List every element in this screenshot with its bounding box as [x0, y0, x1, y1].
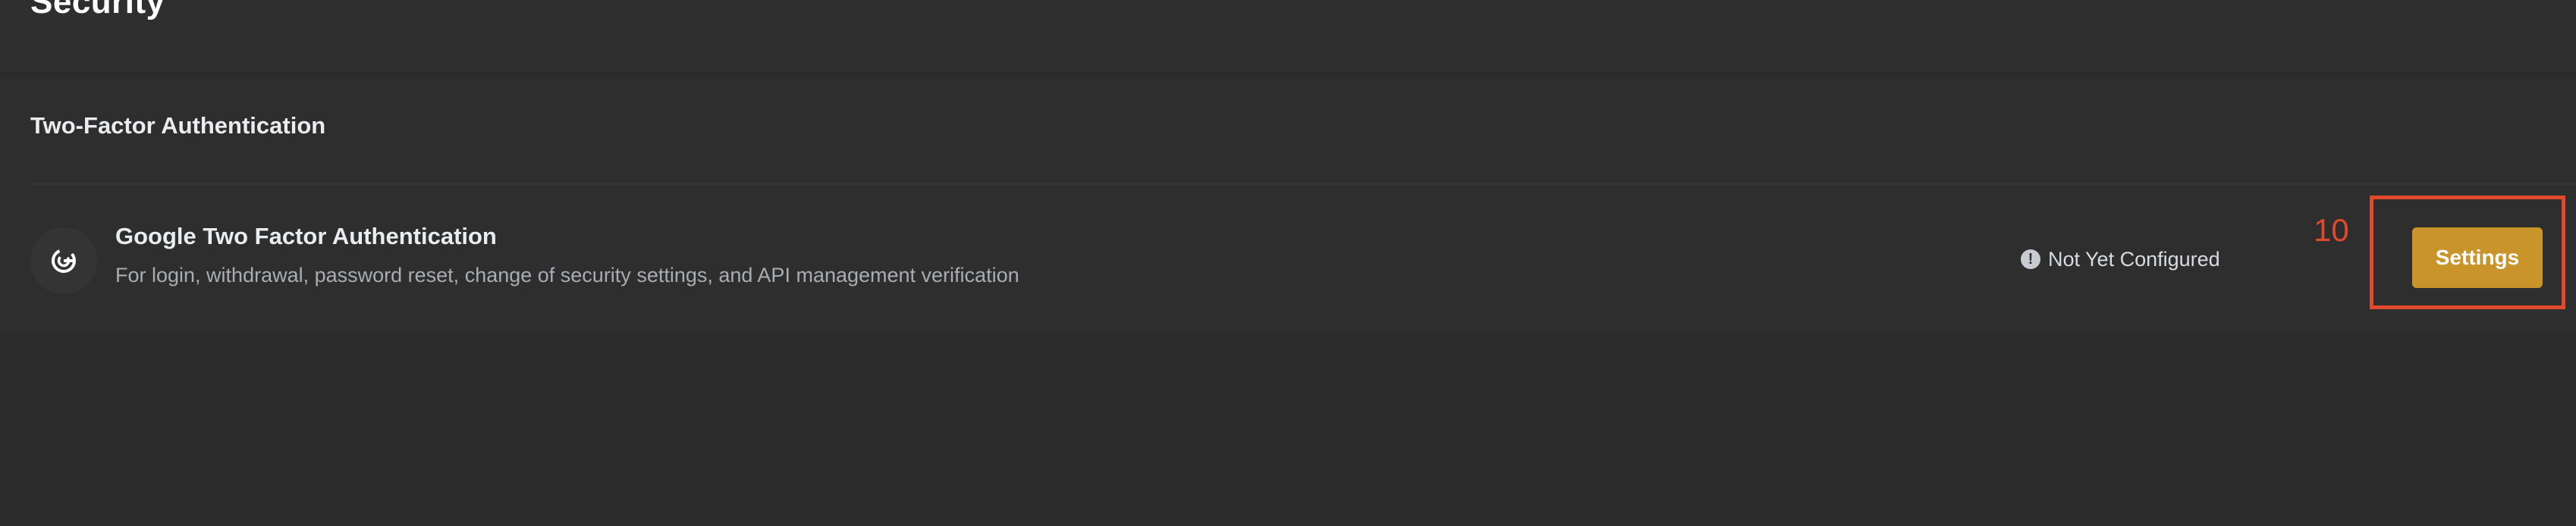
annotation-label: 10 — [2314, 212, 2349, 248]
page-header: Security — [0, 0, 2576, 71]
status-badge: ! Not Yet Configured — [2021, 246, 2220, 273]
google-2fa-row: Google Two Factor Authentication For log… — [0, 185, 2576, 332]
status-text: Not Yet Configured — [2048, 247, 2220, 271]
settings-button[interactable]: Settings — [2412, 227, 2543, 288]
page-title: Security — [30, 0, 165, 20]
two-factor-card: Two-Factor Authentication Google Two Fac… — [0, 77, 2576, 332]
section-title: Two-Factor Authentication — [30, 112, 326, 139]
alert-circle-icon: ! — [2021, 249, 2040, 269]
google-2fa-title: Google Two Factor Authentication — [115, 223, 497, 249]
google-2fa-description: For login, withdrawal, password reset, c… — [115, 264, 1019, 286]
google-authenticator-icon — [30, 227, 97, 294]
